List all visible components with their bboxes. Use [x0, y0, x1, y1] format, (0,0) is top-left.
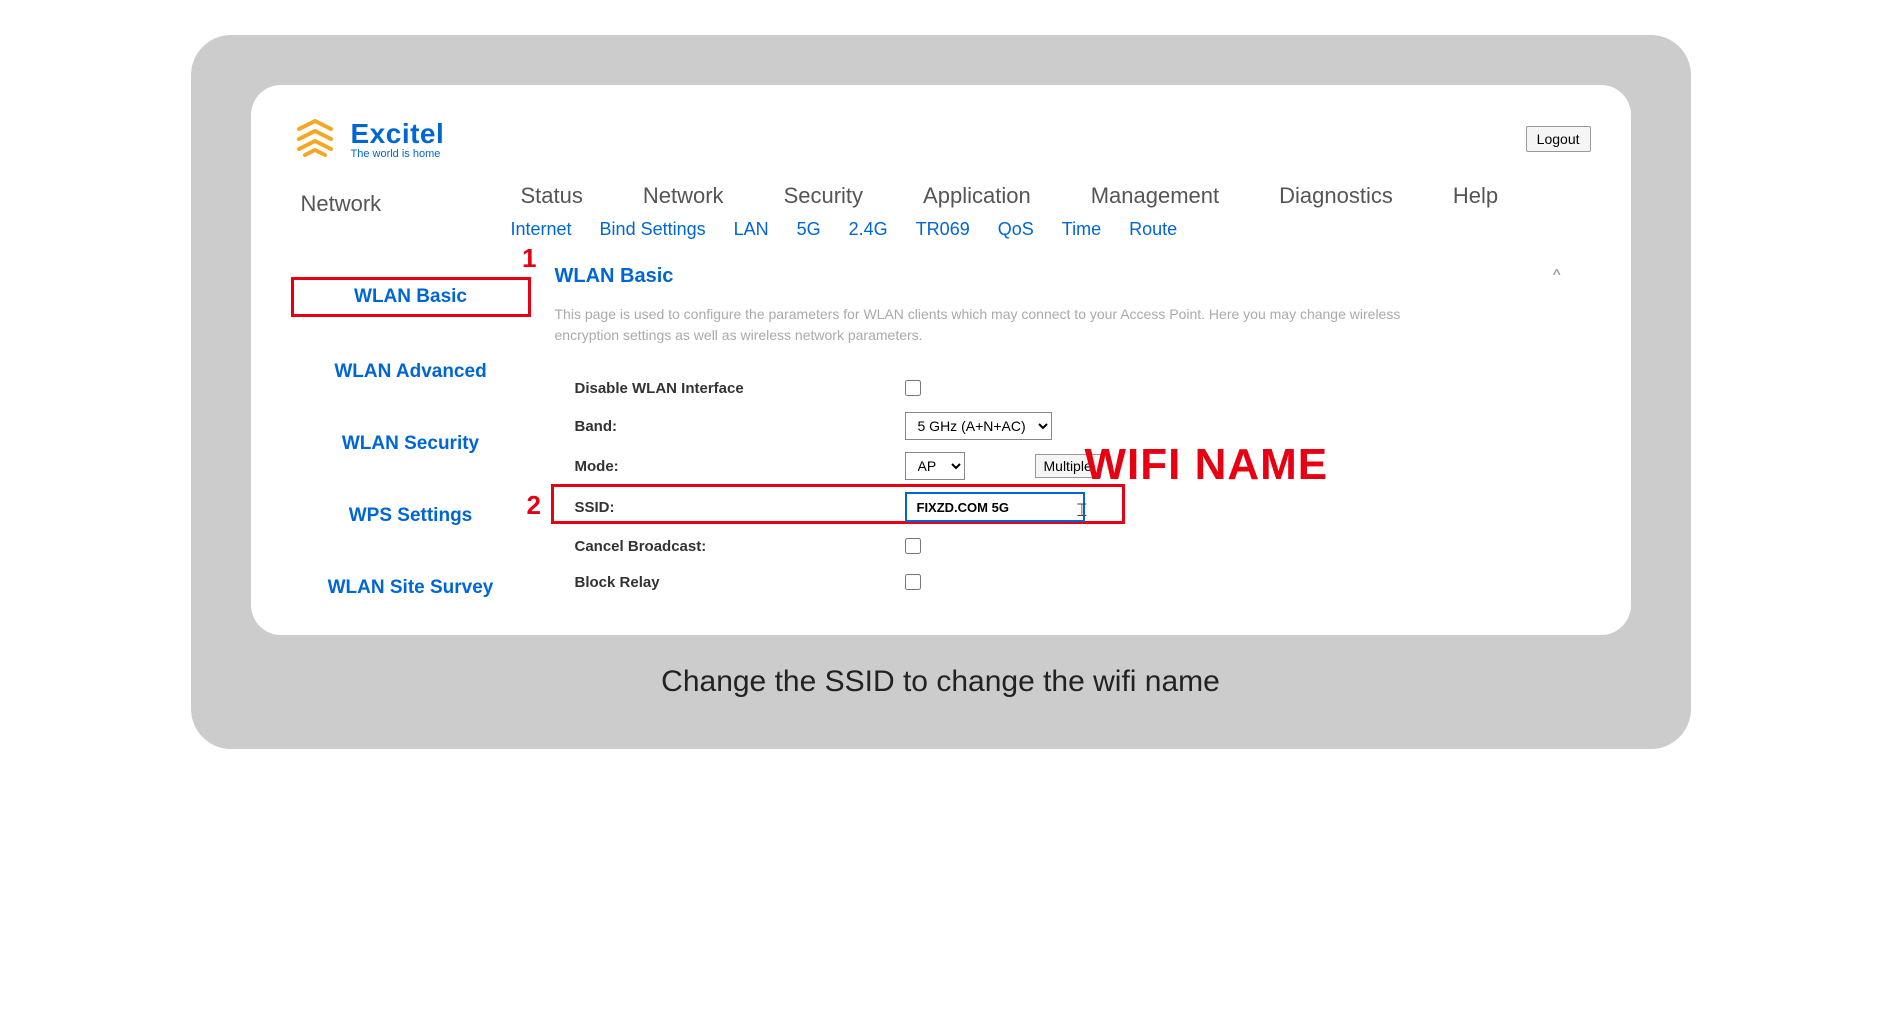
panel-title: WLAN Basic: [555, 265, 1591, 288]
subtab-bind-settings[interactable]: Bind Settings: [600, 219, 706, 240]
tutorial-frame: Excitel The world is home Logout Network…: [191, 35, 1691, 749]
subtab-internet[interactable]: Internet: [511, 219, 572, 240]
tab-management[interactable]: Management: [1091, 183, 1219, 209]
select-mode[interactable]: AP: [905, 452, 965, 480]
row-block-relay: Block Relay: [555, 564, 1591, 600]
sidebar-item-wlan-site-survey[interactable]: WLAN Site Survey: [291, 571, 531, 605]
checkbox-block-relay[interactable]: [905, 574, 921, 590]
tab-diagnostics[interactable]: Diagnostics: [1279, 183, 1393, 209]
label-band: Band:: [555, 418, 905, 435]
row-cancel-broadcast: Cancel Broadcast:: [555, 528, 1591, 564]
tab-network[interactable]: Network: [643, 183, 724, 209]
header: Excitel The world is home Logout: [291, 105, 1591, 183]
logout-button[interactable]: Logout: [1526, 126, 1591, 152]
checkbox-disable-wlan[interactable]: [905, 380, 921, 396]
sidebar-item-wps-settings[interactable]: WPS Settings: [291, 499, 531, 533]
side-nav: 1 WLAN Basic WLAN Advanced WLAN Security…: [291, 265, 531, 605]
nav-section-label: Network: [291, 183, 511, 217]
top-tabs: Status Network Security Application Mana…: [511, 183, 1591, 209]
collapse-icon[interactable]: ^: [1553, 267, 1561, 285]
subtab-24g[interactable]: 2.4G: [849, 219, 888, 240]
ssid-input[interactable]: [905, 492, 1085, 522]
checkbox-cancel-broadcast[interactable]: [905, 538, 921, 554]
label-disable-wlan: Disable WLAN Interface: [555, 380, 905, 397]
sidebar-item-wlan-advanced[interactable]: WLAN Advanced: [291, 355, 531, 389]
subtab-tr069[interactable]: TR069: [916, 219, 970, 240]
panel-description: This page is used to configure the param…: [555, 304, 1455, 346]
row-ssid: SSID: ⌶: [555, 486, 1591, 528]
tutorial-caption: Change the SSID to change the wifi name: [251, 635, 1631, 709]
router-admin-panel: Excitel The world is home Logout Network…: [251, 85, 1631, 635]
sub-tabs: Internet Bind Settings LAN 5G 2.4G TR069…: [511, 209, 1591, 240]
nav-area: Network Status Network Security Applicat…: [291, 183, 1591, 240]
excitel-logo-icon: [291, 115, 339, 163]
annotation-wifi-name: WIFI NAME: [1085, 440, 1329, 490]
tab-application[interactable]: Application: [923, 183, 1031, 209]
tab-status[interactable]: Status: [521, 183, 583, 209]
logo-block: Excitel The world is home: [291, 115, 445, 163]
main-content: ^ WLAN Basic This page is used to config…: [531, 265, 1591, 605]
annotation-number-2: 2: [527, 490, 541, 521]
label-block-relay: Block Relay: [555, 574, 905, 591]
row-disable-wlan: Disable WLAN Interface: [555, 370, 1591, 406]
brand-name: Excitel: [351, 118, 445, 150]
subtab-lan[interactable]: LAN: [734, 219, 769, 240]
label-ssid: SSID:: [555, 499, 905, 516]
select-band[interactable]: 5 GHz (A+N+AC): [905, 412, 1052, 440]
brand-tagline: The world is home: [351, 148, 445, 160]
tab-help[interactable]: Help: [1453, 183, 1498, 209]
subtab-qos[interactable]: QoS: [998, 219, 1034, 240]
subtab-route[interactable]: Route: [1129, 219, 1177, 240]
subtab-5g[interactable]: 5G: [797, 219, 821, 240]
row-band: Band: 5 GHz (A+N+AC): [555, 406, 1591, 446]
label-cancel-broadcast: Cancel Broadcast:: [555, 538, 905, 555]
subtab-time[interactable]: Time: [1062, 219, 1101, 240]
content-row: 1 WLAN Basic WLAN Advanced WLAN Security…: [291, 265, 1591, 605]
sidebar-item-wlan-security[interactable]: WLAN Security: [291, 427, 531, 461]
label-mode: Mode:: [555, 458, 905, 475]
row-mode: Mode: AP Multiple WIFI NAME: [555, 446, 1591, 486]
sidebar-item-wlan-basic[interactable]: WLAN Basic: [291, 277, 531, 317]
tab-security[interactable]: Security: [784, 183, 863, 209]
